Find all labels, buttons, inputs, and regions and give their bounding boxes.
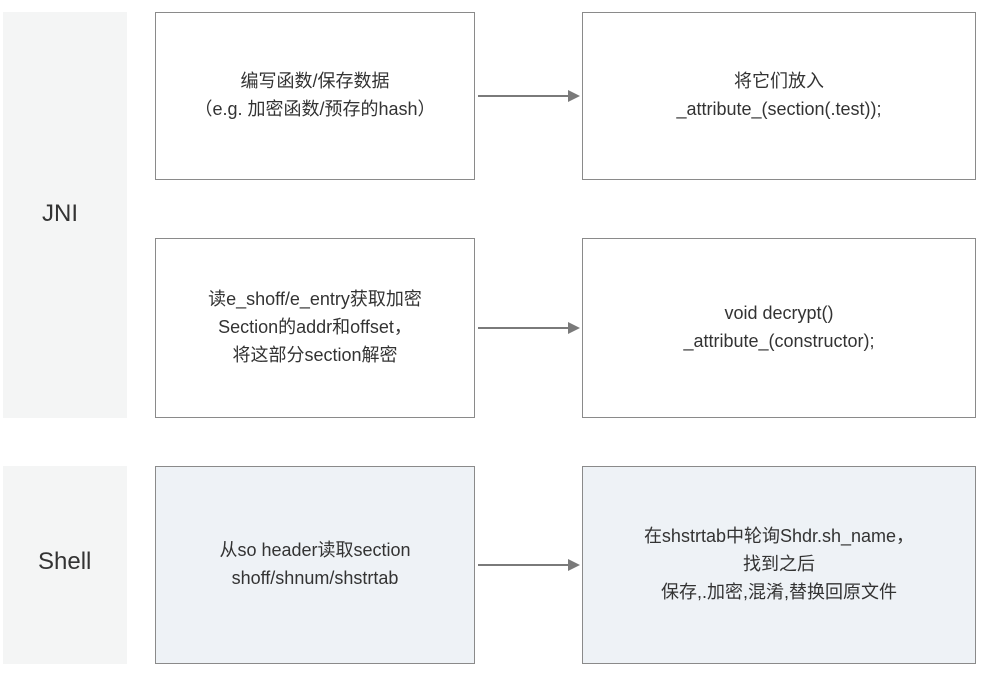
text-line: 将这部分section解密: [232, 342, 397, 370]
text-line: （e.g. 加密函数/预存的hash）: [194, 96, 435, 124]
text-line: 将它们放入: [734, 68, 824, 96]
text-line: 读e_shoff/e_entry获取加密: [208, 286, 422, 314]
jni-row2-right-box: void decrypt() _attribute_(constructor);: [582, 238, 976, 418]
diagram-canvas: JNI Shell 编写函数/保存数据 （e.g. 加密函数/预存的hash） …: [0, 0, 1000, 684]
jni-row1-right-box: 将它们放入 _attribute_(section(.test));: [582, 12, 976, 180]
jni-row2-left-box: 读e_shoff/e_entry获取加密 Section的addr和offset…: [155, 238, 475, 418]
text-line: _attribute_(section(.test));: [676, 96, 881, 124]
text-line: 找到之后: [743, 551, 815, 579]
shell-right-box: 在shstrtab中轮询Shdr.sh_name， 找到之后 保存,.加密,混淆…: [582, 466, 976, 664]
shell-left-box: 从so header读取section shoff/shnum/shstrtab: [155, 466, 475, 664]
text-line: _attribute_(constructor);: [683, 328, 874, 356]
text-line: shoff/shnum/shstrtab: [232, 565, 399, 593]
shell-label: Shell: [38, 548, 91, 576]
text-line: 保存,.加密,混淆,替换回原文件: [661, 579, 897, 607]
text-line: 编写函数/保存数据: [240, 68, 389, 96]
text-line: 从so header读取section: [219, 537, 410, 565]
jni-label: JNI: [42, 200, 78, 228]
text-line: void decrypt(): [724, 300, 833, 328]
text-line: Section的addr和offset，: [218, 314, 412, 342]
text-line: 在shstrtab中轮询Shdr.sh_name，: [644, 523, 914, 551]
jni-row1-left-box: 编写函数/保存数据 （e.g. 加密函数/预存的hash）: [155, 12, 475, 180]
